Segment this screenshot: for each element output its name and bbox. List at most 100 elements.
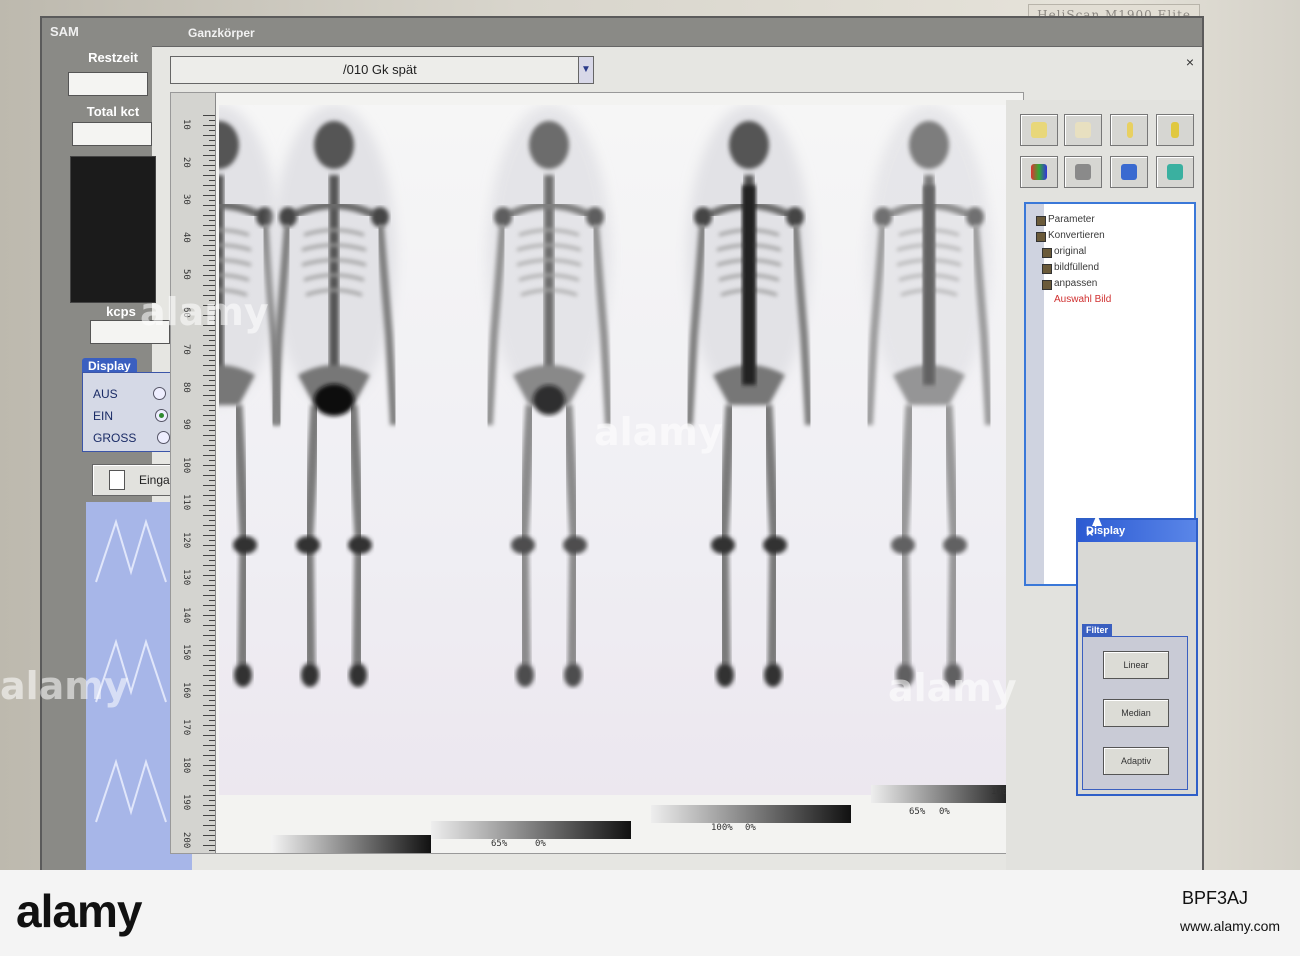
camera-icon (1075, 122, 1091, 138)
help-icon (1171, 122, 1179, 138)
ruler-tick (209, 680, 215, 681)
ruler-tick (203, 395, 215, 396)
ruler-tick (209, 450, 215, 451)
toolbar-button-help[interactable] (1156, 114, 1194, 146)
option-aus-label: AUS (93, 387, 118, 401)
ruler-tick (209, 700, 215, 701)
tree-item-konvertieren[interactable]: Konvertieren (1048, 230, 1105, 241)
scan-figure-4 (867, 105, 991, 687)
toolbar-button-camera[interactable] (1064, 114, 1102, 146)
ruler-tick (209, 580, 215, 581)
footer-bar: alamy BPF3AJ www.alamy.com (0, 870, 1300, 956)
ruler-tick (203, 825, 215, 826)
ruler-tick (209, 720, 215, 721)
option-ein-label: EIN (93, 409, 114, 423)
tree-node-icon (1036, 216, 1046, 226)
filter-linear-button[interactable]: Linear (1103, 651, 1169, 679)
ruler-tick (203, 535, 215, 536)
ruler-tick (209, 770, 215, 771)
rate-display (70, 156, 156, 303)
ruler-tick (203, 655, 215, 656)
toolbar-button-printer[interactable] (1064, 156, 1102, 188)
ruler-tick (209, 840, 215, 841)
scan-figure-1 (272, 105, 396, 687)
toolbar-button-pencil[interactable] (1110, 114, 1148, 146)
palette-icon (1031, 164, 1047, 180)
option-aus-radio[interactable] (153, 387, 166, 400)
scale-bar-2 (431, 821, 631, 839)
ruler-tick (209, 520, 215, 521)
footer-logo: alamy (16, 885, 142, 937)
ruler-tick (203, 835, 215, 836)
ruler-tick (203, 225, 215, 226)
ruler-tick (203, 845, 215, 846)
ruler-tick (203, 685, 215, 686)
panel-title: SAM (50, 24, 79, 39)
ruler-tick (203, 615, 215, 616)
study-select-value: /010 Gk spät (343, 62, 417, 77)
ruler-label: 20 (181, 156, 191, 168)
tree-item-parameter[interactable]: Parameter (1048, 214, 1095, 225)
ruler-tick (209, 420, 215, 421)
watermark: alamy (0, 664, 129, 708)
ruler-tick (203, 815, 215, 816)
ruler-tick (209, 530, 215, 531)
watermark: alamy (140, 290, 269, 334)
ruler-tick (203, 515, 215, 516)
ruler-tick (209, 170, 215, 171)
ruler-label: 140 (181, 606, 191, 623)
toolbar-button-palette[interactable] (1020, 156, 1058, 188)
ruler-tick (209, 670, 215, 671)
ruler-tick (203, 445, 215, 446)
toolbar-button-export[interactable] (1156, 156, 1194, 188)
chevron-down-icon[interactable]: ▼ (578, 57, 593, 83)
ruler-tick (203, 345, 215, 346)
ruler-tick (209, 380, 215, 381)
toolbar-button-network[interactable] (1110, 156, 1148, 188)
filter-median-button[interactable]: Median (1103, 699, 1169, 727)
option-ein-radio[interactable] (155, 409, 168, 422)
window-title: Ganzkörper (188, 26, 255, 40)
option-gross-radio[interactable] (157, 431, 170, 444)
tree-item-bildfuellend[interactable]: bildfüllend (1054, 262, 1099, 273)
ruler-label: 150 (181, 644, 191, 661)
tree-item-auswahl-bild[interactable]: Auswahl Bild (1054, 294, 1111, 305)
document-icon (109, 470, 125, 490)
ruler-tick (203, 705, 215, 706)
ruler-tick (209, 350, 215, 351)
network-icon (1121, 164, 1137, 180)
tree-item-original[interactable]: original (1054, 246, 1086, 257)
window-close-icon[interactable]: × (1186, 54, 1194, 70)
tree-item-anpassen[interactable]: anpassen (1054, 278, 1097, 289)
tree-node-icon (1042, 248, 1052, 258)
ruler-tick (203, 575, 215, 576)
ruler-tick (209, 690, 215, 691)
ruler-tick (203, 755, 215, 756)
ruler-tick (209, 780, 215, 781)
ruler-tick (203, 565, 215, 566)
ruler-tick (209, 820, 215, 821)
ruler-tick (203, 735, 215, 736)
scale-label-1-right: 0% (535, 839, 546, 849)
ruler-tick (209, 790, 215, 791)
ruler-tick (203, 485, 215, 486)
total-kct-field (72, 122, 152, 146)
ruler-tick (203, 495, 215, 496)
ruler-tick (209, 760, 215, 761)
scan-viewer[interactable]: 10 20 30 40 50 60 70 80 90 100 110 120 130 140 150 160 1… (170, 92, 1024, 854)
ruler-tick (209, 340, 215, 341)
ruler-tick (203, 145, 215, 146)
toolbar-button-folder[interactable] (1020, 114, 1058, 146)
ruler-tick (209, 620, 215, 621)
study-select[interactable]: /010 Gk spät ▼ (170, 56, 594, 84)
ruler-tick (203, 625, 215, 626)
scan-figure-2 (487, 105, 611, 687)
close-icon[interactable]: × (1086, 525, 1190, 540)
ruler-tick (203, 255, 215, 256)
ruler-tick (209, 130, 215, 131)
filter-adaptiv-button[interactable]: Adaptiv (1103, 747, 1169, 775)
printer-icon (1075, 164, 1091, 180)
ruler-label: 170 (181, 719, 191, 736)
ruler-label: 120 (181, 531, 191, 548)
ruler-tick (209, 480, 215, 481)
